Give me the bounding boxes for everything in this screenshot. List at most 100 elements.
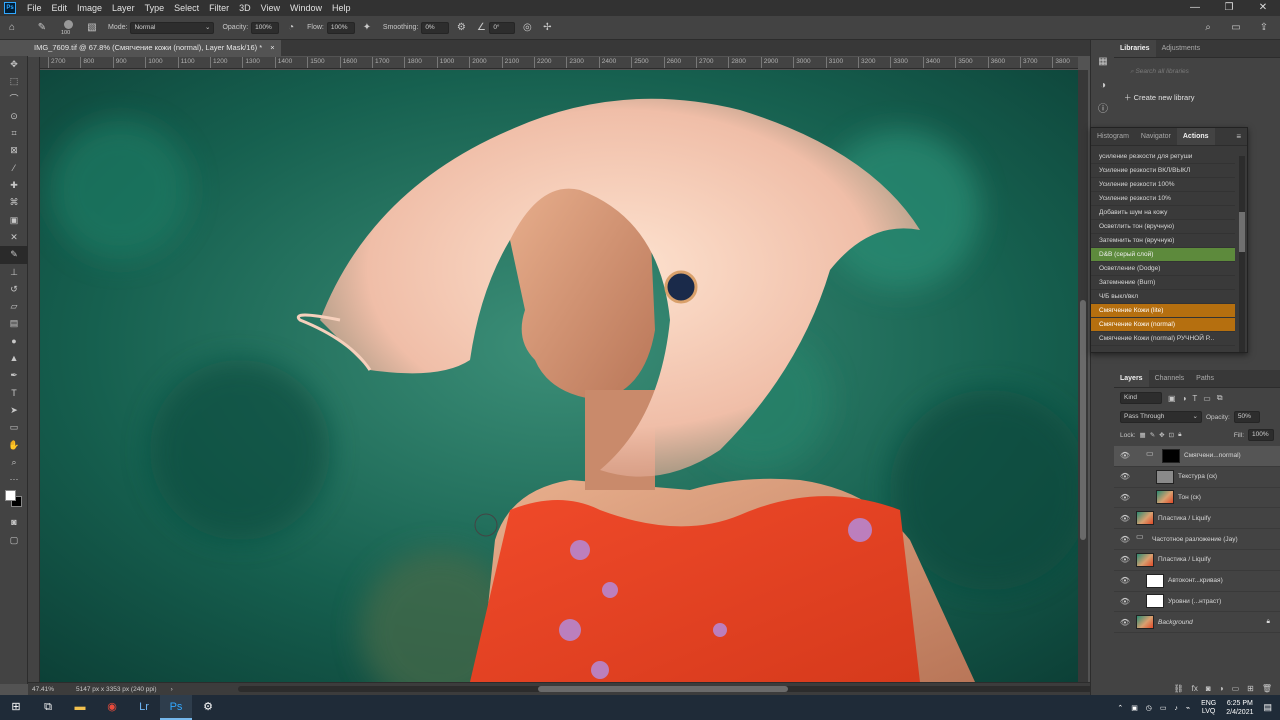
action-item[interactable]: Добавить шум на кожу bbox=[1091, 206, 1235, 220]
visibility-eye-icon[interactable]: 👁︎ bbox=[1114, 555, 1136, 564]
windows-start-icon[interactable]: ⊞ bbox=[0, 695, 32, 720]
layer-thumbnail[interactable] bbox=[1162, 448, 1180, 463]
horizontal-scroll-thumb[interactable] bbox=[538, 686, 788, 692]
tray-icons[interactable]: ⌃ ▣ ◷ ▭ ♪ ⌁ bbox=[1117, 704, 1193, 712]
pressure-size-icon[interactable]: ◎ bbox=[519, 20, 535, 36]
lightroom-icon[interactable]: Lr bbox=[128, 695, 160, 720]
menu-file[interactable]: File bbox=[22, 0, 47, 16]
layer-row[interactable]: 👁︎ Текстура (ск) bbox=[1114, 467, 1280, 488]
layer-thumbnail[interactable] bbox=[1136, 615, 1154, 630]
layer-thumbnail[interactable] bbox=[1146, 594, 1164, 609]
new-group-icon[interactable]: ▭ bbox=[1232, 684, 1240, 693]
opacity-field[interactable]: 100% bbox=[251, 21, 280, 34]
type-tool-icon[interactable]: T bbox=[0, 385, 28, 402]
mode-select[interactable]: Normal ⌄ bbox=[130, 21, 215, 34]
actions-scroll-thumb[interactable] bbox=[1239, 212, 1245, 252]
close-tab-icon[interactable]: × bbox=[270, 43, 274, 52]
brush-settings-icon[interactable]: ▧ bbox=[84, 20, 100, 36]
lock-all-icon[interactable]: 🔒︎ bbox=[1178, 431, 1181, 439]
trash-icon[interactable]: 🗑︎ bbox=[1262, 684, 1272, 693]
file-explorer-icon[interactable]: ▬ bbox=[64, 695, 96, 720]
notifications-icon[interactable]: ▤ bbox=[1263, 702, 1272, 713]
eraser-tool-icon[interactable]: ▱ bbox=[0, 298, 28, 315]
visibility-eye-icon[interactable]: 👁︎ bbox=[1114, 535, 1136, 544]
menu-3d[interactable]: 3D bbox=[234, 0, 256, 16]
brush-healing-icon[interactable]: ⌘ bbox=[0, 194, 28, 211]
layer-row[interactable]: 👁︎ Автоконт...кривая) bbox=[1114, 571, 1280, 592]
action-item[interactable]: Усиление резкости ВКЛ/ВЫКЛ bbox=[1091, 164, 1235, 178]
action-item[interactable]: Усиление резкости 100% bbox=[1091, 178, 1235, 192]
layer-row[interactable]: 👁︎ ▭ Частотное разложение (Jay) bbox=[1114, 529, 1280, 550]
more-tools-icon[interactable]: ⋯ bbox=[0, 471, 28, 488]
layer-thumbnail[interactable] bbox=[1156, 490, 1174, 505]
task-view-icon[interactable]: ⧉ bbox=[32, 695, 64, 720]
tab-histogram[interactable]: Histogram bbox=[1091, 128, 1135, 145]
new-adjustment-icon[interactable]: ◑ bbox=[1219, 684, 1224, 693]
workspace-icon[interactable]: ▭ bbox=[1228, 20, 1244, 36]
action-item[interactable]: D&B (серый слой) bbox=[1091, 248, 1235, 262]
lock-artboard-icon[interactable]: ⊡ bbox=[1169, 431, 1174, 439]
image-canvas[interactable] bbox=[40, 70, 1078, 682]
zoom-level[interactable]: 47.41% bbox=[32, 686, 76, 693]
lock-paint-icon[interactable]: ✎ bbox=[1150, 431, 1155, 439]
fill-field[interactable]: 100% bbox=[1248, 429, 1274, 441]
visibility-eye-icon[interactable]: 👁︎ bbox=[1114, 514, 1136, 523]
visibility-eye-icon[interactable]: 👁︎ bbox=[1114, 576, 1136, 585]
menu-filter[interactable]: Filter bbox=[204, 0, 234, 16]
tab-actions[interactable]: Actions bbox=[1176, 128, 1215, 145]
layer-thumbnail[interactable] bbox=[1156, 469, 1174, 484]
blur-tool-icon[interactable]: ● bbox=[0, 333, 28, 350]
quick-select-tool-icon[interactable]: ⊙ bbox=[0, 108, 28, 125]
lock-pixels-icon[interactable]: ▦ bbox=[1140, 431, 1146, 439]
brush-size-picker[interactable]: 100 bbox=[58, 18, 80, 38]
marquee-tool-icon[interactable]: ⬚ bbox=[0, 73, 28, 90]
history-brush-tool-icon[interactable]: ↺ bbox=[0, 281, 28, 298]
actions-scrollbar[interactable] bbox=[1239, 156, 1245, 352]
action-item[interactable]: Затемнение (Burn) bbox=[1091, 276, 1235, 290]
layer-thumbnail[interactable] bbox=[1136, 552, 1154, 567]
restore-button[interactable]: ❐ bbox=[1212, 0, 1246, 16]
filter-shape-icon[interactable]: ▭ bbox=[1203, 394, 1211, 403]
visibility-eye-icon[interactable]: 👁︎ bbox=[1114, 472, 1136, 481]
filter-pixel-icon[interactable]: ▣ bbox=[1168, 394, 1176, 403]
frame-tool-icon[interactable]: ⊠ bbox=[0, 142, 28, 159]
tab-libraries[interactable]: Libraries bbox=[1114, 40, 1156, 57]
layer-opacity-field[interactable]: 50% bbox=[1233, 411, 1260, 423]
info-icon[interactable]: ⓘ bbox=[1091, 98, 1115, 122]
layer-row[interactable]: 👁︎ Пластика / Liquify bbox=[1114, 550, 1280, 571]
action-item[interactable]: Смягчение Кожи (normal) bbox=[1091, 318, 1235, 332]
flow-field[interactable]: 100% bbox=[326, 21, 355, 34]
layer-thumbnail[interactable] bbox=[1146, 573, 1164, 588]
lasso-tool-icon[interactable]: ⌒ bbox=[0, 91, 28, 108]
home-icon[interactable]: ⌂ bbox=[4, 20, 20, 36]
new-layer-icon[interactable]: ⊞ bbox=[1247, 684, 1254, 693]
menu-layer[interactable]: Layer bbox=[107, 0, 140, 16]
menu-window[interactable]: Window bbox=[285, 0, 327, 16]
filter-type-icon[interactable]: T bbox=[1192, 394, 1197, 403]
tab-layers[interactable]: Layers bbox=[1114, 370, 1149, 387]
tab-channels[interactable]: Channels bbox=[1149, 370, 1191, 387]
patch-tool-icon[interactable]: ▣ bbox=[0, 212, 28, 229]
filter-adjust-icon[interactable]: ◑ bbox=[1182, 394, 1187, 403]
layer-kind-filter[interactable]: Kind bbox=[1120, 392, 1162, 404]
smoothing-field[interactable]: 0% bbox=[421, 21, 450, 34]
content-aware-move-icon[interactable]: ✕ bbox=[0, 229, 28, 246]
brush-tool-icon[interactable]: ✎ bbox=[0, 246, 28, 264]
path-select-tool-icon[interactable]: ➤ bbox=[0, 402, 28, 419]
pen-tool-icon[interactable]: ✒ bbox=[0, 367, 28, 384]
tab-navigator[interactable]: Navigator bbox=[1135, 128, 1177, 145]
search-icon[interactable]: ⌕ bbox=[1200, 20, 1216, 36]
canvas-vertical-scrollbar[interactable] bbox=[1078, 70, 1088, 682]
quick-mask-icon[interactable]: ◙ bbox=[0, 514, 28, 531]
move-tool-icon[interactable]: ✥ bbox=[0, 56, 28, 73]
menu-type[interactable]: Type bbox=[140, 0, 170, 16]
foreground-color-swatch[interactable] bbox=[5, 490, 16, 502]
screen-mode-icon[interactable]: ▢ bbox=[0, 532, 28, 549]
panel-menu-icon[interactable]: ≡ bbox=[1236, 128, 1247, 145]
add-mask-icon[interactable]: ◙ bbox=[1206, 684, 1211, 693]
chevron-right-icon[interactable]: › bbox=[171, 686, 173, 693]
visibility-eye-icon[interactable]: 👁︎ bbox=[1114, 451, 1136, 460]
clock[interactable]: 6:25 PM 2/4/2021 bbox=[1226, 699, 1253, 717]
brush-preset-icon[interactable]: ✎ bbox=[34, 20, 50, 36]
symmetry-icon[interactable]: ✢ bbox=[539, 20, 555, 36]
